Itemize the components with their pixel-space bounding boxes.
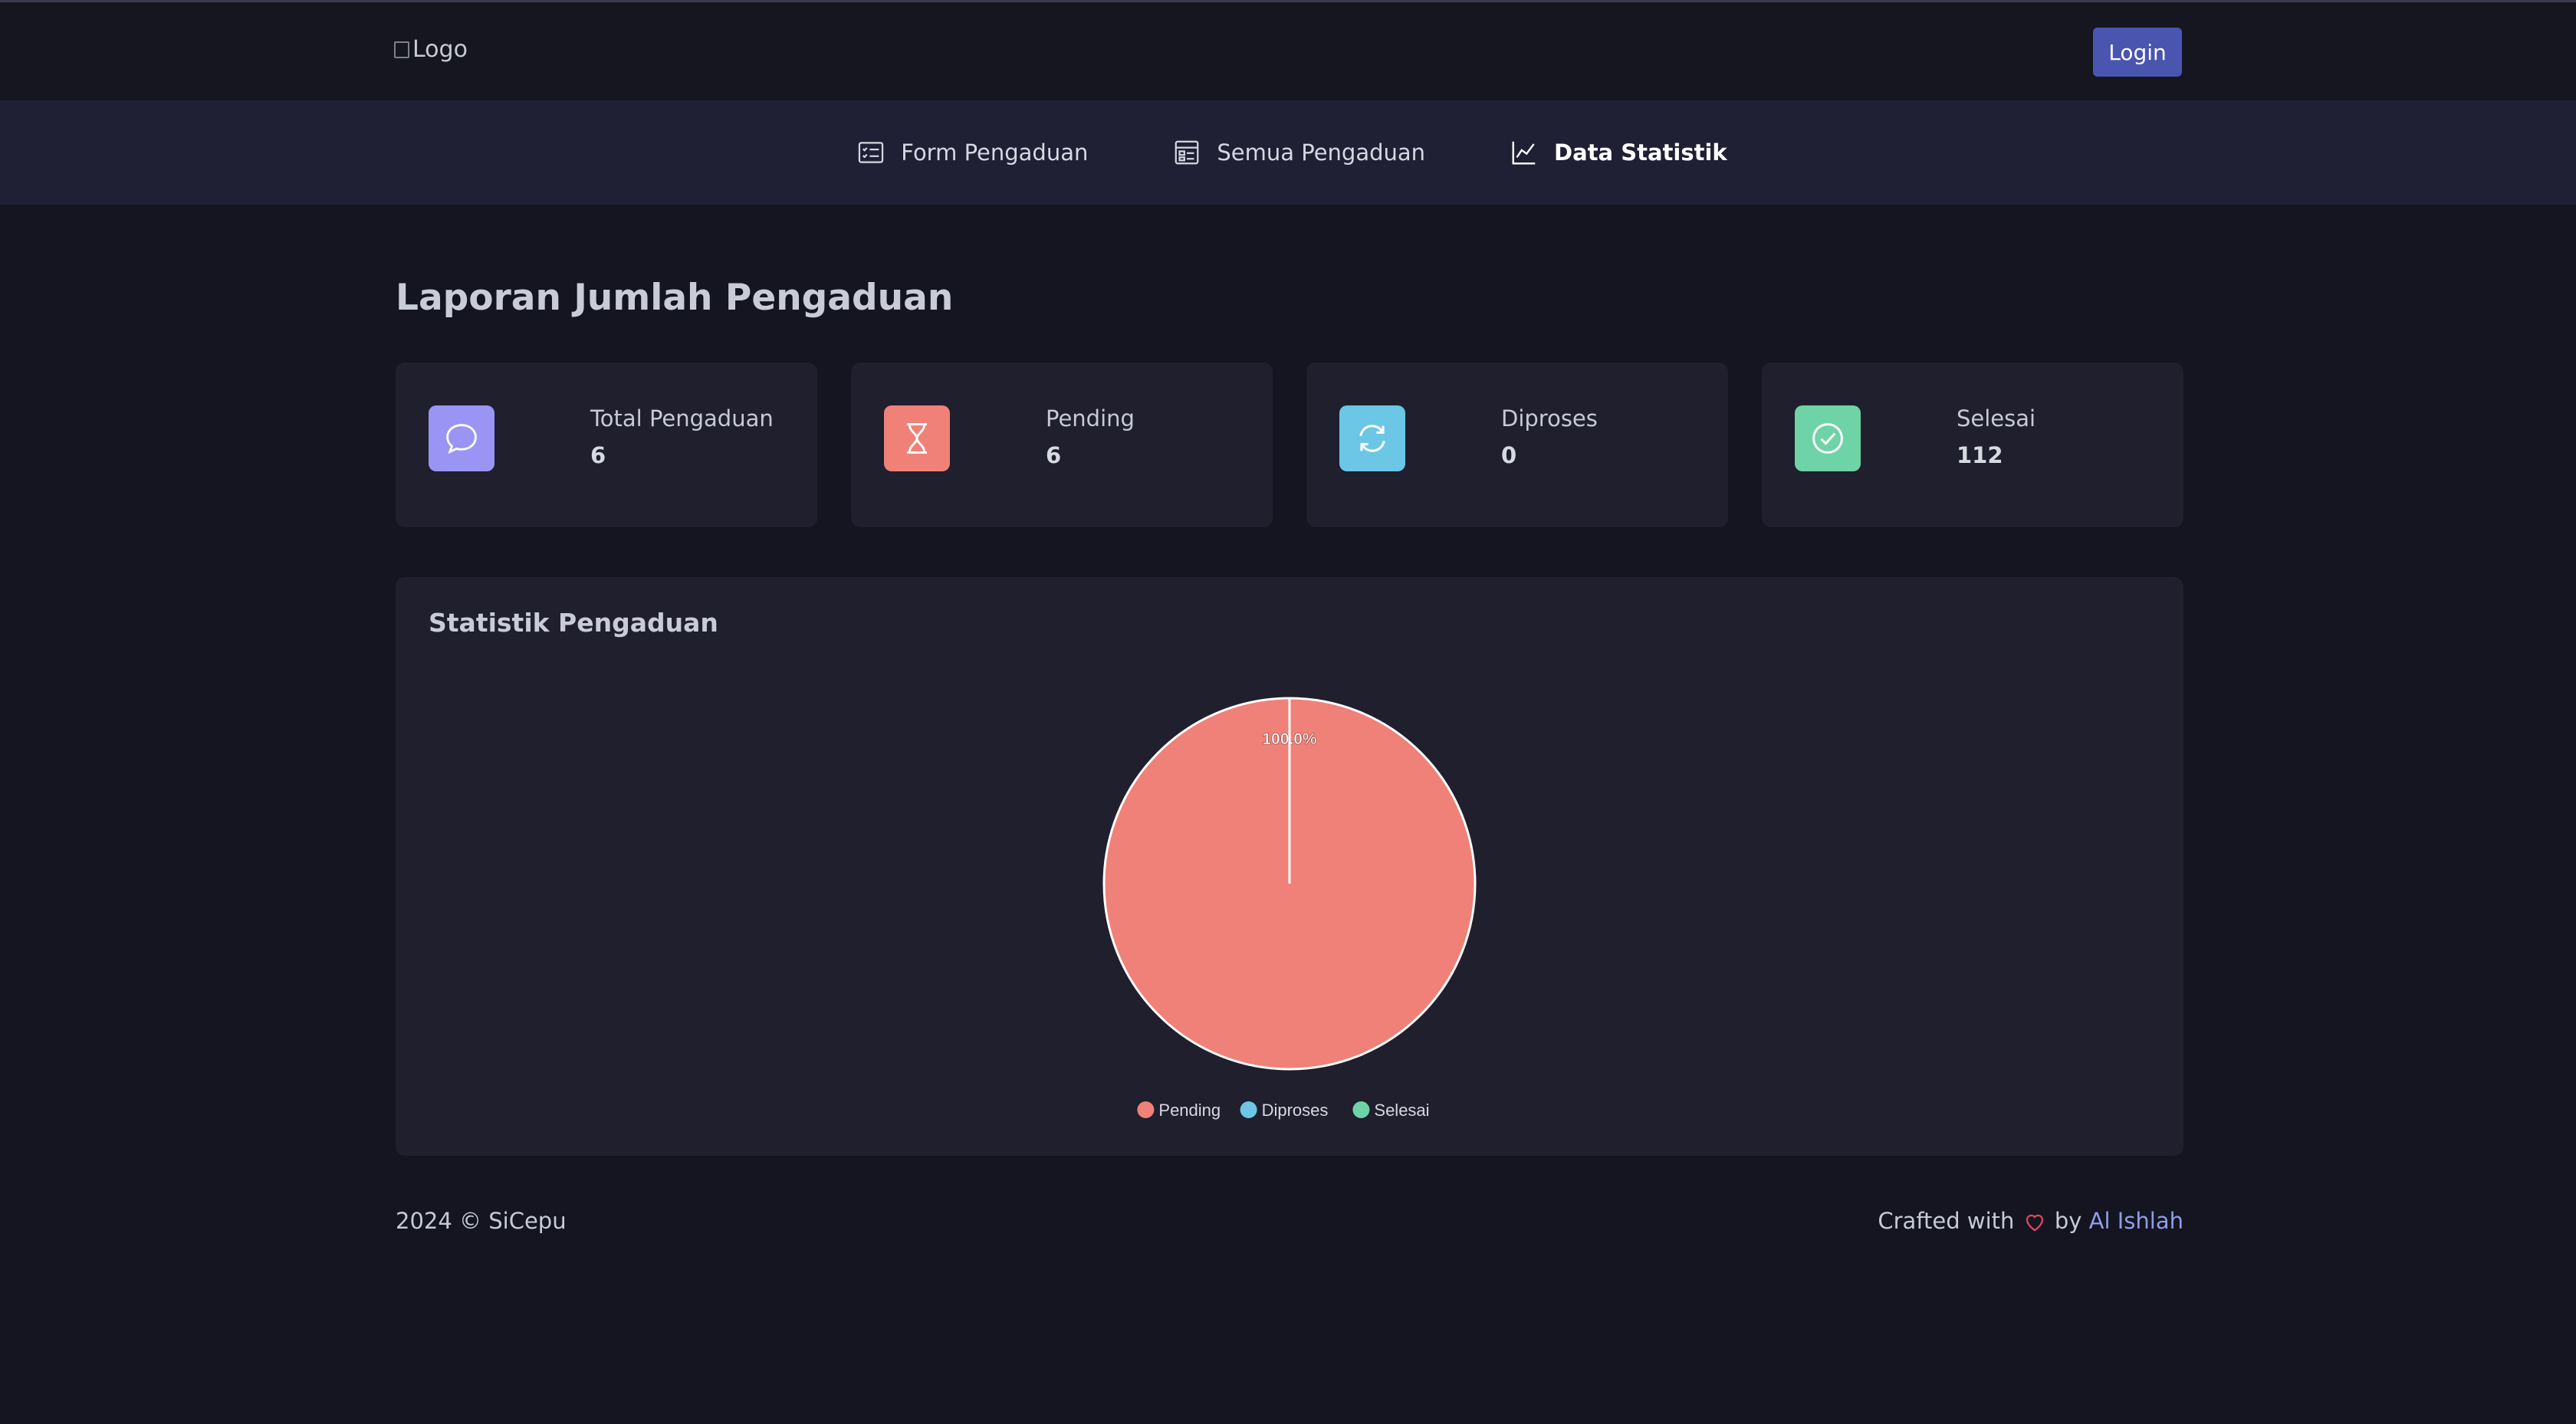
main-nav: Form Pengaduan Semua Pengaduan Data Stat…: [0, 100, 2576, 205]
stat-icon-box: [1339, 405, 1405, 471]
line-chart-icon: [1512, 141, 1536, 165]
stat-card-selesai: Selesai 112: [1762, 363, 2183, 527]
legend-label: Pending: [1158, 1101, 1221, 1120]
stat-label: Pending: [1046, 405, 1135, 431]
stat-card-total: Total Pengaduan 6: [396, 363, 817, 527]
legend-swatch: [1240, 1101, 1257, 1118]
heart-icon: [2026, 1214, 2043, 1232]
stat-value: 6: [590, 442, 606, 468]
author-link[interactable]: Al Ishlah: [2089, 1208, 2183, 1234]
nav-item-data-statistik[interactable]: Data Statistik: [1510, 138, 1727, 167]
legend-swatch: [1137, 1101, 1155, 1118]
nav-label: Form Pengaduan: [901, 139, 1089, 166]
main-content: Laporan Jumlah Pengaduan Total Pengaduan…: [393, 272, 2183, 1156]
stat-icon-box: [884, 405, 950, 471]
hourglass-icon: [907, 423, 927, 454]
pie-chart: 100.0%PendingDiprosesSelesai: [1102, 697, 1477, 1120]
stats-cards: Total Pengaduan 6 Pending 6 Diproses 0 S…: [396, 363, 2183, 527]
stat-card-pending: Pending 6: [851, 363, 1273, 527]
stat-value: 6: [1046, 442, 1062, 468]
stat-label: Diproses: [1501, 405, 1598, 431]
logo[interactable]: Logo: [394, 36, 468, 63]
nav-label: Semua Pengaduan: [1217, 139, 1426, 166]
stat-card-diproses: Diproses 0: [1306, 363, 1728, 527]
nav-label: Data Statistik: [1554, 139, 1727, 166]
nav-item-semua-pengaduan[interactable]: Semua Pengaduan: [1172, 138, 1425, 167]
footer: 2024 © SiCepu Crafted with by Al Ishlah: [393, 1208, 2183, 1234]
credit-by: by: [2054, 1208, 2082, 1234]
check-circle-icon: [1812, 423, 1843, 454]
page-title: Laporan Jumlah Pengaduan: [396, 277, 954, 319]
stat-value: 112: [1957, 442, 2003, 468]
broken-image-icon: [394, 41, 409, 58]
legend-label: Diproses: [1262, 1101, 1329, 1120]
chart-panel: Statistik Pengaduan 100.0%PendingDiprose…: [396, 577, 2183, 1156]
footer-copyright: 2024 © SiCepu: [396, 1208, 567, 1234]
nav-item-form-pengaduan[interactable]: Form Pengaduan: [856, 138, 1088, 167]
refresh-icon: [1359, 425, 1385, 452]
stat-icon-box: [429, 405, 495, 471]
logo-alt-text: Logo: [412, 36, 468, 63]
login-button[interactable]: Login: [2093, 28, 2182, 77]
form-list-icon: [859, 142, 884, 163]
stat-label: Selesai: [1957, 405, 2036, 431]
legend-item-pending[interactable]: Pending: [1137, 1101, 1221, 1120]
legend-swatch: [1352, 1101, 1370, 1118]
table-list-icon: [1175, 140, 1199, 165]
legend-item-selesai[interactable]: Selesai: [1352, 1101, 1430, 1120]
legend-label: Selesai: [1374, 1101, 1429, 1120]
footer-credit: Crafted with by Al Ishlah: [1878, 1208, 2183, 1234]
stat-label: Total Pengaduan: [590, 405, 774, 431]
top-header: Logo Login: [0, 2, 2576, 100]
legend-item-diproses[interactable]: Diproses: [1240, 1101, 1329, 1120]
stat-value: 0: [1501, 442, 1517, 468]
stat-icon-box: [1795, 405, 1861, 471]
chat-bubble-icon: [446, 424, 477, 454]
credit-prefix: Crafted with: [1878, 1208, 2015, 1234]
